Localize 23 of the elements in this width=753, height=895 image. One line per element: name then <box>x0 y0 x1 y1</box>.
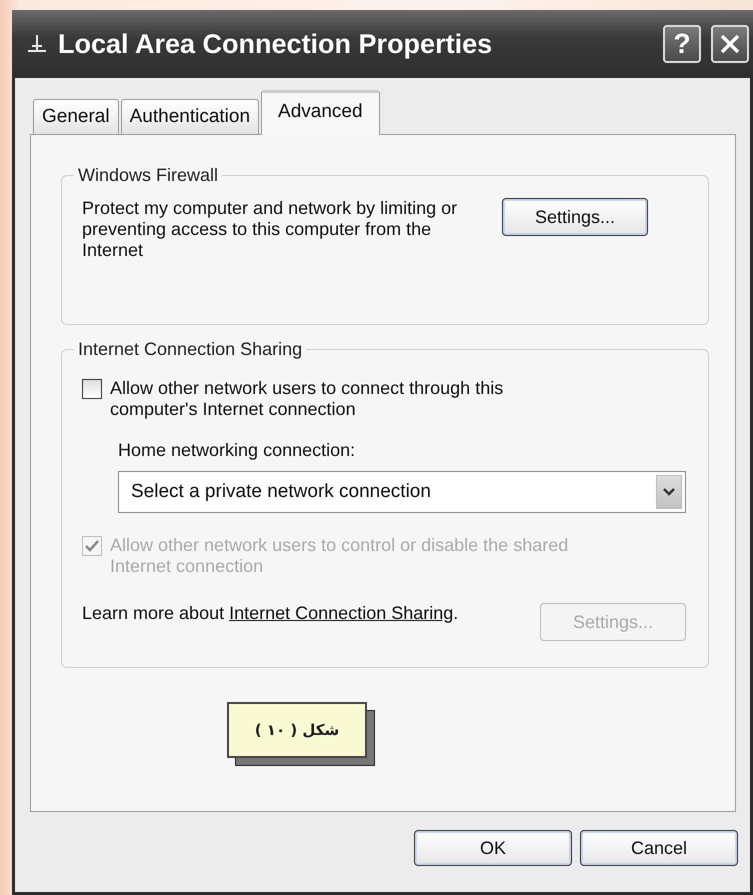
close-icon <box>718 32 742 56</box>
tab[interactable]: General <box>33 99 119 134</box>
field-label: Home networking connection: <box>118 440 356 461</box>
group-title: Windows Firewall <box>77 165 220 186</box>
checkbox-label: Allow other network users to connect through this computer's Internet connection <box>110 378 504 420</box>
network-icon <box>26 33 48 55</box>
figure-caption: شكل ( ١٠ ) <box>227 702 367 758</box>
checkbox-label: Allow other network users to control or disable the shared Internet connection <box>110 535 570 577</box>
tab[interactable]: Advanced <box>261 90 380 135</box>
settings-button[interactable]: Settings... <box>502 198 648 236</box>
window-title: Local Area Connection Properties <box>58 28 494 60</box>
dialog-button[interactable]: Cancel <box>580 830 738 866</box>
tab[interactable]: Authentication <box>120 99 260 134</box>
checkbox[interactable] <box>82 379 102 399</box>
chevron-down-icon <box>662 487 676 497</box>
description-text: Protect my computer and network by limiting or preventing access to this computer from the Internet <box>82 198 458 261</box>
help-button[interactable]: ? <box>663 25 701 63</box>
group-title: Internet Connection Sharing <box>77 339 304 360</box>
help-link[interactable]: Internet Connection Sharing <box>229 603 454 623</box>
close-button[interactable] <box>711 25 749 63</box>
connection-dropdown[interactable]: Select a private network connection <box>118 471 686 513</box>
dialog-button[interactable]: OK <box>414 830 572 866</box>
learn-more-text: Learn more about Internet Connection Sharing. <box>82 603 460 624</box>
